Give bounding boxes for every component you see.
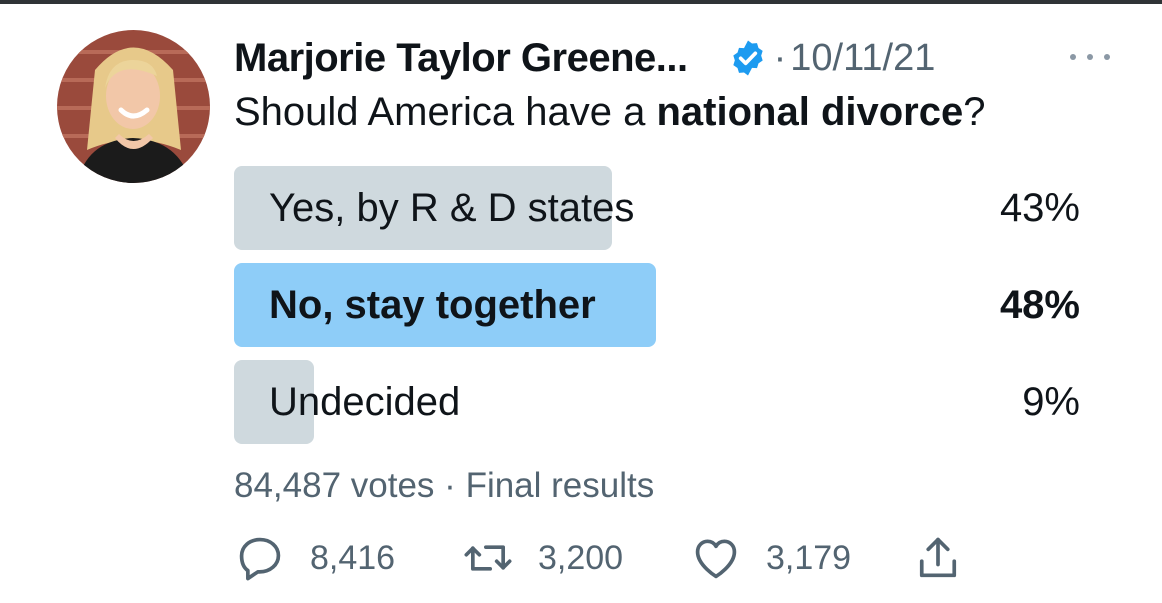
question-prefix: Should America have a — [234, 90, 657, 134]
poll-option-percent: 9% — [1022, 380, 1080, 424]
poll-summary: 84,487 votes · Final results — [234, 466, 654, 506]
reply-button[interactable]: 8,416 — [234, 530, 395, 586]
share-icon — [919, 537, 957, 578]
question-suffix: ? — [963, 90, 986, 134]
top-border — [0, 0, 1162, 4]
heart-icon — [695, 539, 737, 579]
share-button[interactable] — [912, 530, 964, 586]
poll-option: No, stay together 48% — [234, 263, 1080, 347]
avatar[interactable] — [57, 30, 210, 183]
retweet-icon — [464, 545, 512, 571]
poll-option: Yes, by R & D states 43% — [234, 166, 1080, 250]
retweet-button[interactable]: 3,200 — [462, 530, 623, 586]
more-icon[interactable] — [1070, 42, 1110, 72]
reply-icon — [239, 537, 281, 581]
verified-badge-icon — [728, 38, 768, 78]
poll-status: Final results — [465, 466, 655, 505]
action-bar: 8,416 3,200 3,179 — [234, 530, 994, 586]
question-bold: national divorce — [656, 90, 964, 134]
poll-option-label: Yes, by R & D states — [269, 186, 635, 230]
tweet-date[interactable]: 10/11/21 — [790, 37, 935, 80]
summary-separator: · — [444, 466, 456, 505]
like-count: 3,179 — [766, 538, 852, 577]
retweet-count: 3,200 — [538, 538, 624, 577]
tweet-header: Marjorie Taylor Greene... · 10/11/21 — [234, 28, 1114, 88]
poll-option-percent: 48% — [999, 283, 1080, 327]
vote-count: 84,487 votes — [234, 466, 435, 505]
poll-option-percent: 43% — [999, 186, 1080, 230]
author-name[interactable]: Marjorie Taylor Greene... — [234, 36, 688, 81]
poll-option-label: No, stay together — [269, 283, 596, 327]
poll-option-label: Undecided — [269, 380, 461, 424]
tweet-text: Should America have a national divorce? — [234, 90, 985, 135]
poll-option: Undecided 9% — [234, 360, 1080, 444]
reply-count: 8,416 — [310, 538, 396, 577]
header-separator: · — [773, 36, 787, 79]
like-button[interactable]: 3,179 — [690, 530, 851, 586]
